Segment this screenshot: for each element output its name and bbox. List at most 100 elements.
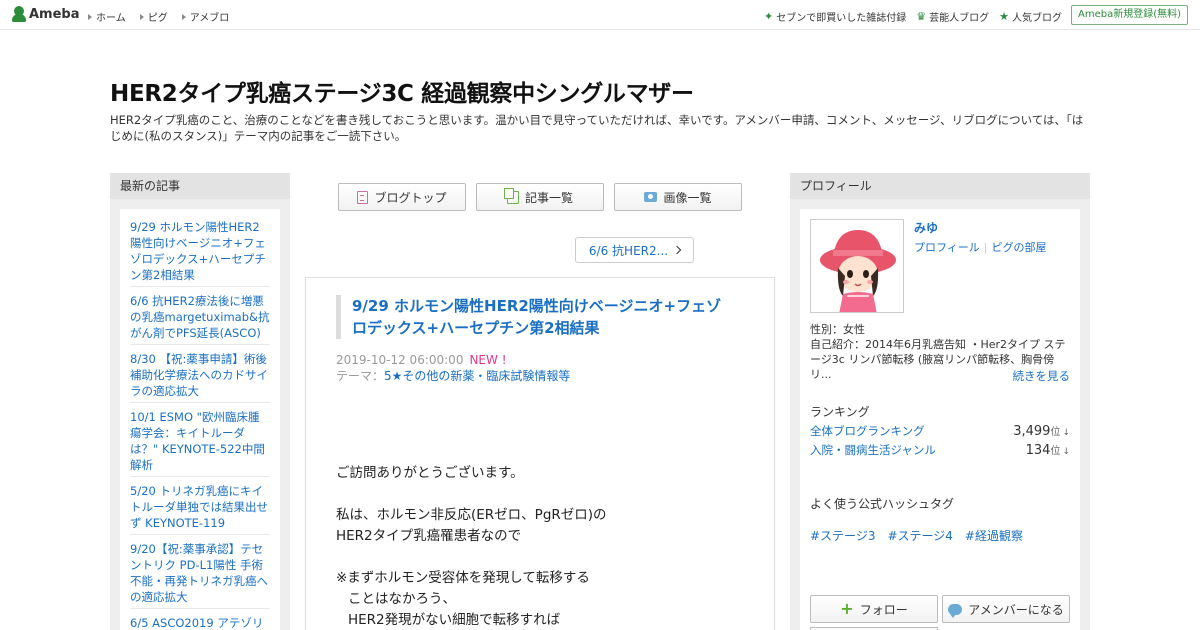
global-nav: ホーム ピグ アメブロ [88, 9, 229, 24]
entry-list-label: 記事一覧 [524, 190, 573, 205]
article: 9/29 ホルモン陽性HER2陽性向けベージニオ+フェゾロデックス+ハーセプチン… [305, 277, 775, 630]
avatar-illustration [811, 220, 903, 312]
recent-entries-heading: 最新の記事 [110, 173, 290, 199]
recent-entry-link[interactable]: 5/20 トリネガ乳癌にキイトルーダ単独では結果出せず KEYNOTE-119 [130, 481, 270, 535]
body-line: HER2タイプ乳癌罹患者なので [336, 528, 522, 544]
blog-title[interactable]: HER2タイプ乳癌ステージ3C 経過観察中シングルマザー [110, 74, 694, 108]
image-list-label: 画像一覧 [663, 190, 712, 205]
top-bar: Ameba ホーム ピグ アメブロ ✦ セブンで即買いした雑誌付録 ♛ 芸能人ブログ… [0, 0, 1200, 30]
hashtag-link[interactable]: #ステージ3 [810, 527, 875, 544]
triangle-right-icon [139, 13, 144, 20]
ranking-label-link[interactable]: 全体ブログランキング [810, 423, 925, 439]
article-title-block: 9/29 ホルモン陽性HER2陽性向けベージニオ+フェゾロデックス+ハーセプチン… [336, 295, 736, 339]
blog-nav-buttons: ブログトップ 記事一覧 画像一覧 [338, 183, 742, 211]
nav-pigg-label: ピグ [147, 13, 168, 24]
ranking-row: 入院・闘病生活ジャンル 134位 ↓ [810, 442, 1070, 458]
recent-entry-link[interactable]: 10/1 ESMO "欧州臨床腫瘍学会：キイトルーダは？" KEYNOTE-52… [130, 407, 270, 477]
read-more-link[interactable]: 続きを見る [1013, 368, 1071, 384]
profile-gender: 性別：女性 [810, 323, 865, 336]
separator: | [983, 241, 988, 254]
nav-pigg[interactable]: ピグ [139, 9, 168, 24]
next-entry-button[interactable]: 6/6 抗HER2... [575, 237, 694, 263]
pigg-room-link[interactable]: ピグの部屋 [992, 241, 1047, 254]
link-popular-blog[interactable]: ★ 人気ブログ [999, 9, 1062, 25]
ranking-value-group: 3,499位 ↓ [1013, 423, 1070, 439]
camera-icon [644, 192, 658, 202]
entry-list-button[interactable]: 記事一覧 [476, 183, 604, 211]
ranking-value-group: 134位 ↓ [1026, 442, 1070, 458]
amember-label: アメンバーになる [968, 602, 1064, 617]
image-list-button[interactable]: 画像一覧 [614, 183, 742, 211]
profile-heading: プロフィール [790, 173, 1090, 199]
triangle-right-icon [88, 13, 92, 20]
star-icon: ★ [999, 9, 1009, 23]
recent-entries-panel: 最新の記事 9/29 ホルモン陽性HER2陽性向けベージニオ+フェゾロデックス+… [110, 173, 290, 630]
body-paragraph: ご訪問ありがとうございます。 [336, 465, 524, 481]
body-line: HER2発現がない細胞で転移すれば [348, 612, 561, 628]
nav-home[interactable]: ホーム [88, 9, 126, 24]
plus-icon: + [840, 599, 854, 618]
link-magazine-label: セブンで即買いした雑誌付録 [776, 13, 907, 24]
ranking-value: 3,499 [1013, 424, 1051, 439]
profile-name[interactable]: みゆ [914, 219, 938, 236]
chevron-right-icon [672, 245, 682, 255]
arrow-down-icon: ↓ [1062, 428, 1070, 438]
hashtag-link[interactable]: #経過観察 [965, 527, 1023, 544]
ameba-logo[interactable]: Ameba [12, 6, 80, 22]
sparkle-icon: ✦ [764, 9, 774, 23]
triangle-right-icon [181, 13, 186, 20]
next-entry-label: 6/6 抗HER2... [588, 243, 669, 258]
ameba-logo-text: Ameba [29, 6, 80, 22]
recent-entry-link[interactable]: 9/20【祝:薬事承認】テセントリク PD-L1陽性 手術不能・再発トリネガ乳癌… [130, 539, 270, 609]
ranking-unit: 位 [1050, 446, 1061, 457]
article-meta: 2019-10-12 06:00:00 NEW ! テーマ：5★その他の新薬・臨床… [336, 352, 570, 384]
follow-label: フォロー [859, 602, 908, 617]
body-line: ※まずホルモン受容体を発現して転移する [336, 570, 590, 586]
ranking-unit: 位 [1050, 427, 1061, 438]
ranking-heading: ランキング [810, 405, 870, 419]
amember-button[interactable]: アメンバーになる [942, 595, 1070, 623]
recent-entry-link[interactable]: 9/29 ホルモン陽性HER2陽性向けベージニオ+フェゾロデックス+ハーセプチン… [130, 217, 270, 287]
crown-icon: ♛ [916, 9, 927, 23]
ranking-row: 全体ブログランキング 3,499位 ↓ [810, 423, 1070, 439]
signup-button[interactable]: Ameba新規登録(無料) [1070, 5, 1188, 25]
article-theme-row: テーマ：5★その他の新薬・臨床試験情報等 [336, 368, 570, 384]
article-body: ご訪問ありがとうございます。 私は、ホルモン非反応(ERゼロ、PgRゼロ)の H… [336, 463, 746, 630]
body-line: 私は、ホルモン非反応(ERゼロ、PgRゼロ)の [336, 507, 607, 523]
link-celebrity-label: 芸能人ブログ [929, 13, 990, 24]
featured-links: ✦ セブンで即買いした雑誌付録 ♛ 芸能人ブログ ★ 人気ブログ [764, 9, 1062, 25]
profile-actions: + フォロー アメンバーになる [810, 595, 1070, 623]
article-theme-link[interactable]: 5★その他の新薬・臨床試験情報等 [384, 369, 570, 383]
hashtag-list: #ステージ3 #ステージ4 #経過観察 [810, 527, 1023, 544]
arrow-down-icon: ↓ [1062, 447, 1070, 457]
blog-description: HER2タイプ乳癌のこと、治療のことなどを書き残しておこうと思います。温かい目で… [110, 113, 1084, 143]
recent-entry-link[interactable]: 6/5 ASCO2019 アテゾリズマブ(テセントリク) [130, 613, 270, 630]
ameba-logo-icon [12, 6, 26, 22]
article-date-row: 2019-10-12 06:00:00 NEW ! [336, 352, 570, 368]
article-title[interactable]: 9/29 ホルモン陽性HER2陽性向けベージニオ+フェゾロデックス+ハーセプチン… [352, 295, 736, 339]
chat-bubble-icon [948, 603, 963, 618]
article-date: 2019-10-12 06:00:00 [336, 353, 464, 367]
profile-content: みゆ プロフィール | ピグの部屋 性別：女性 自己紹介：2014年6月乳癌告知 ・… [800, 209, 1080, 630]
link-popular-label: 人気ブログ [1012, 13, 1062, 24]
hashtag-link[interactable]: #ステージ4 [887, 527, 952, 544]
nav-ameblo[interactable]: アメブロ [181, 9, 229, 24]
copy-icon [503, 187, 519, 204]
blog-top-button[interactable]: ブログトップ [338, 183, 466, 211]
follow-button[interactable]: + フォロー [810, 595, 938, 623]
document-icon [357, 190, 369, 204]
profile-panel: プロフィール みゆ プロフィール | ピグの部屋 性別：女性 自己紹介：2014… [790, 173, 1090, 630]
ranking-label-link[interactable]: 入院・闘病生活ジャンル [810, 442, 936, 458]
recent-entry-link[interactable]: 8/30 【祝:薬事申請】術後補助化学療法へのカドサイラの適応拡大 [130, 349, 270, 403]
link-magazine[interactable]: ✦ セブンで即買いした雑誌付録 [764, 9, 907, 25]
hashtag-heading: よく使う公式ハッシュタグ [810, 497, 955, 511]
nav-home-label: ホーム [96, 13, 126, 24]
theme-label: テーマ： [336, 369, 385, 383]
link-celebrity-blog[interactable]: ♛ 芸能人ブログ [916, 9, 990, 25]
blog-top-label: ブログトップ [374, 190, 447, 205]
profile-link[interactable]: プロフィール [914, 241, 980, 254]
profile-links: プロフィール | ピグの部屋 [914, 239, 1047, 255]
recent-entry-link[interactable]: 6/6 抗HER2療法後に増悪の乳癌margetuximab&抗がん剤でPFS延… [130, 291, 270, 345]
avatar[interactable] [810, 219, 904, 313]
recent-entries-list: 9/29 ホルモン陽性HER2陽性向けベージニオ+フェゾロデックス+ハーセプチン… [120, 209, 280, 630]
